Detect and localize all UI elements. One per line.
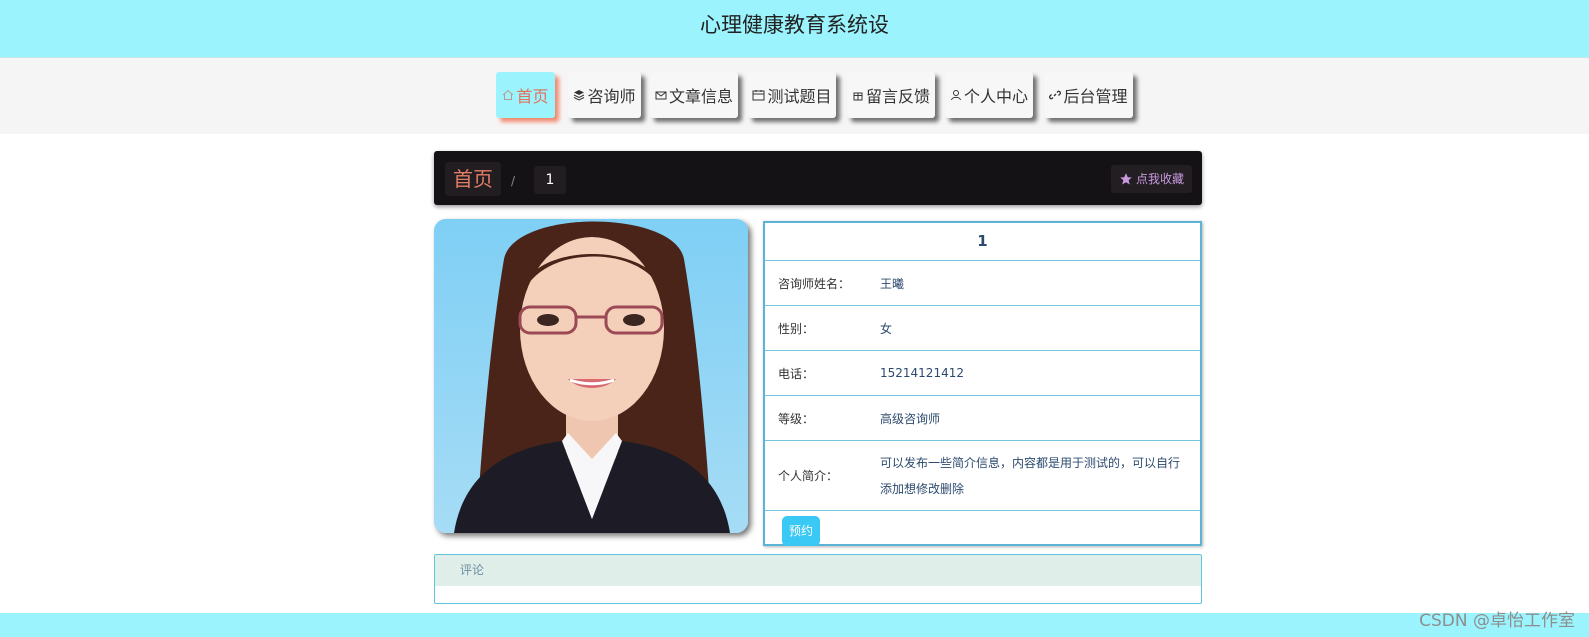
user-icon [950,90,961,101]
nav-label: 文章信息 [668,87,733,106]
detail-value: 可以发布一些简介信息，内容都是用于测试的，可以自行添加想修改删除 [880,455,1181,496]
site-footer [0,613,1589,637]
detail-label: 咨询师姓名： [778,276,851,291]
detail-row-level: 等级： 高级咨询师 [765,396,1200,441]
comment-header: 评论 [435,555,1201,586]
nav-label: 后台管理 [1063,87,1128,106]
nav-label: 留言反馈 [865,87,930,106]
main-nav: 首页 咨询师 文章信息 测试题目 留言反馈 个人中心 后台管理 [0,58,1589,134]
site-title: 心理健康教育系统设 [700,13,889,37]
portrait-image [434,219,748,533]
home-icon [503,89,514,100]
detail-row-phone: 电话： 15214121412 [765,351,1200,396]
layers-icon [574,90,585,101]
counselor-photo [434,219,748,533]
detail-label: 电话： [778,366,815,381]
gift-icon [853,92,863,101]
mail-icon [655,91,667,100]
favorite-button[interactable]: 点我收藏 [1110,165,1192,193]
counselor-detail-panel: 1 咨询师姓名： 王曦 性别： 女 电话： 15214121412 等级： 高级… [763,221,1202,546]
detail-label: 个人简介： [778,469,839,483]
breadcrumb-home-link[interactable]: 首页 [445,162,501,196]
breadcrumb: 首页 / 1 点我收藏 [434,151,1202,205]
nav-item-counselor[interactable]: 咨询师 [568,72,641,118]
nav-item-admin[interactable]: 后台管理 [1044,72,1133,118]
detail-row-intro: 个人简介： 可以发布一些简介信息，内容都是用于测试的，可以自行添加想修改删除 [765,441,1200,511]
detail-row-gender: 性别： 女 [765,306,1200,351]
breadcrumb-current: 1 [534,166,566,194]
nav-label: 咨询师 [587,87,636,106]
book-appointment-button[interactable]: 预约 [782,516,820,546]
watermark: CSDN @卓怡工作室 [1419,611,1575,631]
detail-value: 15214121412 [880,366,964,380]
favorite-label: 点我收藏 [1135,172,1184,186]
detail-actions: 预约 [765,511,1200,551]
nav-label: 测试题目 [767,87,832,106]
site-header: 心理健康教育系统设 [0,0,1589,58]
comment-section: 评论 [434,554,1202,604]
link-icon [1049,90,1062,100]
detail-label: 等级： [778,411,815,426]
detail-row-name: 咨询师姓名： 王曦 [765,261,1200,306]
nav-label: 首页 [516,87,549,106]
detail-value: 女 [880,321,893,336]
nav-item-home[interactable]: 首页 [496,72,555,118]
detail-value: 王曦 [880,276,905,291]
detail-title: 1 [765,223,1200,261]
breadcrumb-separator: / [511,174,516,188]
nav-item-profile[interactable]: 个人中心 [945,72,1033,118]
nav-item-tests[interactable]: 测试题目 [748,72,836,118]
nav-item-feedback[interactable]: 留言反馈 [847,72,935,118]
nav-item-articles[interactable]: 文章信息 [650,72,738,118]
star-icon [1120,173,1132,185]
detail-label: 性别： [778,321,815,336]
calendar-icon [752,90,765,101]
nav-label: 个人中心 [963,87,1028,106]
detail-value: 高级咨询师 [880,411,941,426]
